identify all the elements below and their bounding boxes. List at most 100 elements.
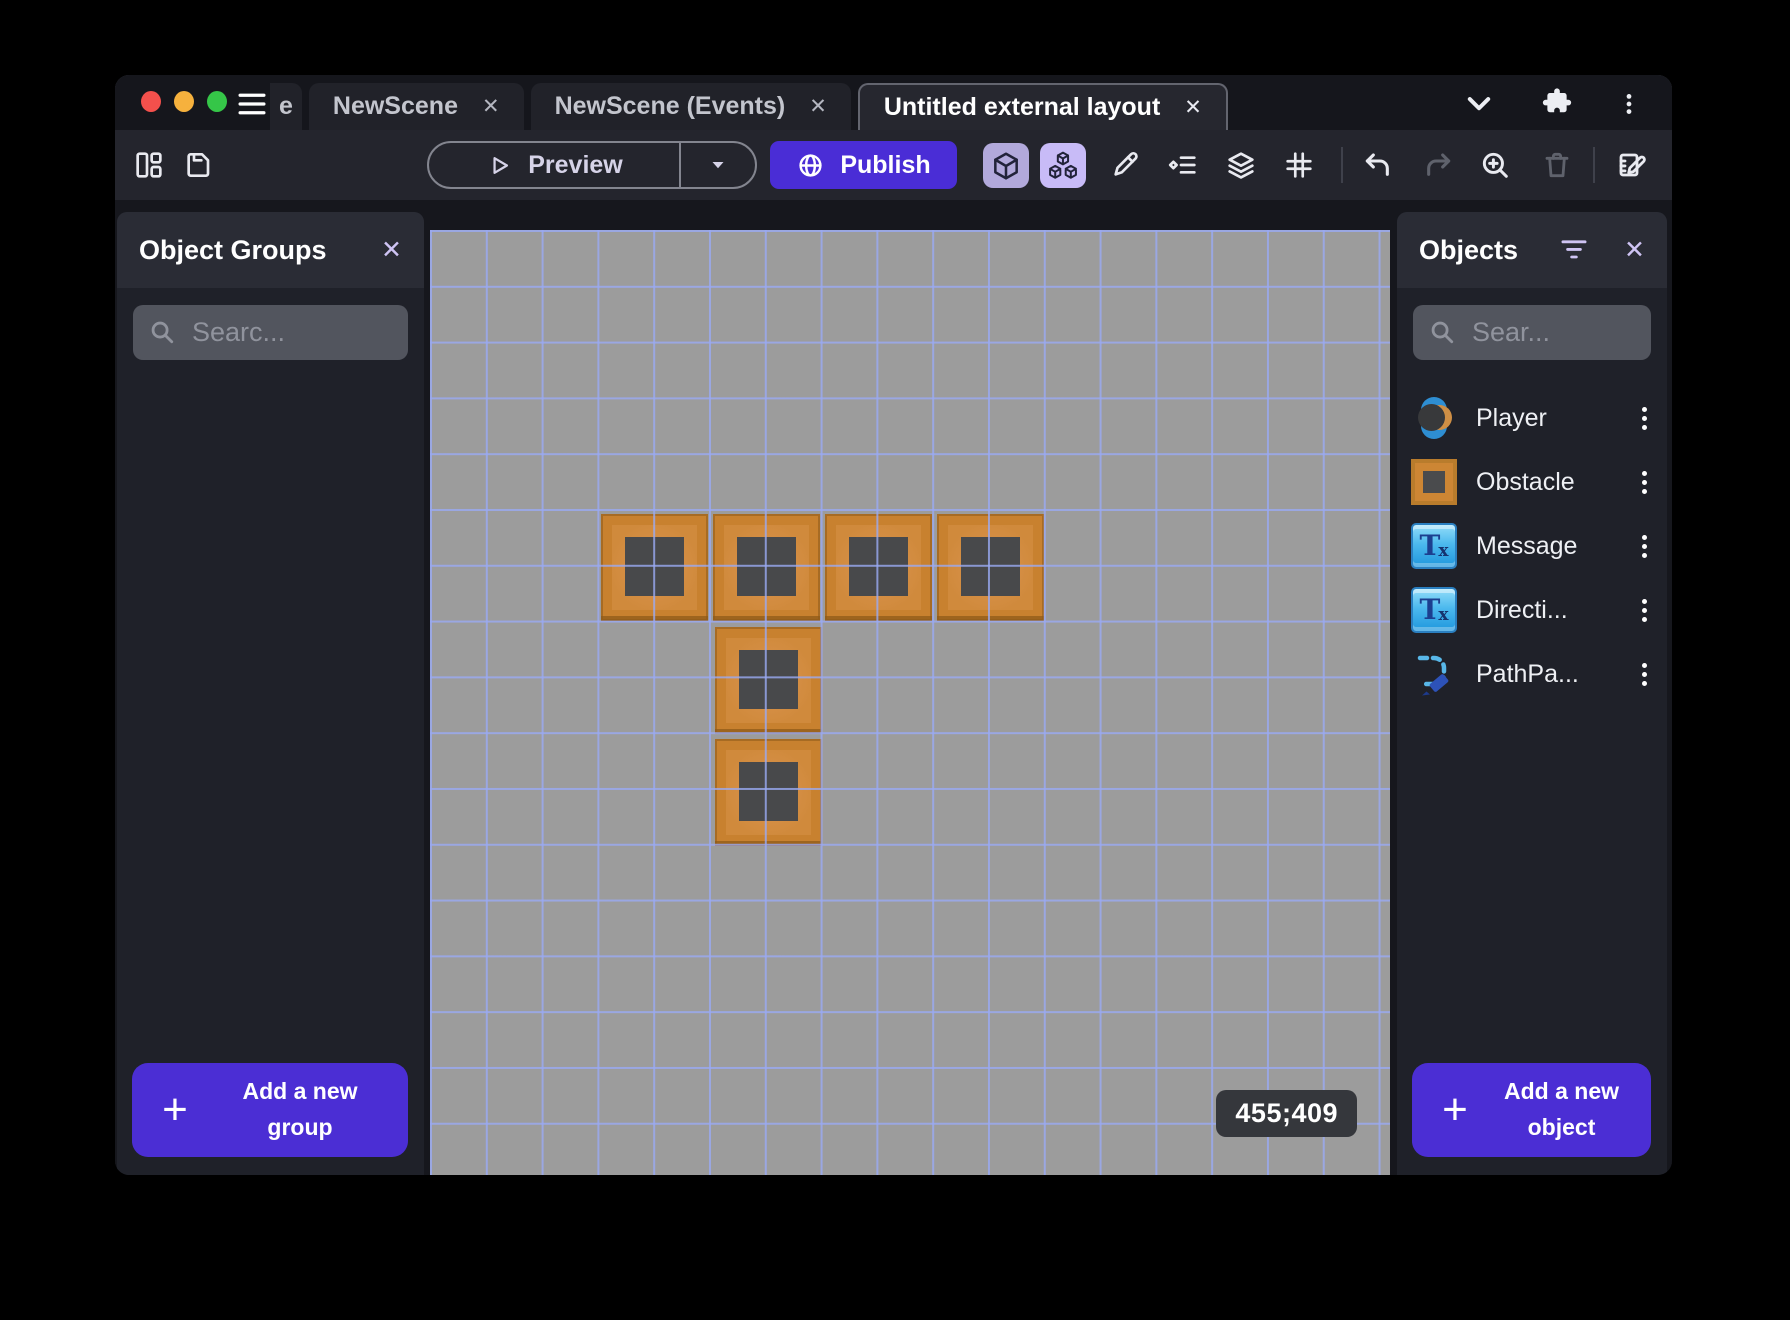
close-window-button[interactable] (141, 91, 161, 112)
minimize-window-button[interactable] (174, 91, 194, 112)
titlebar: e NewScene ✕ NewScene (Events) ✕ Untitle… (115, 75, 1672, 130)
obstacle-instance[interactable] (715, 627, 822, 734)
instance-list-icon[interactable] (1161, 143, 1205, 187)
pencil-edit-icon[interactable] (1103, 143, 1147, 187)
object-kebab-menu-icon[interactable] (1638, 595, 1651, 626)
window-kebab-menu-icon[interactable] (1612, 87, 1646, 121)
tab-untitled-external-layout[interactable]: Untitled external layout ✕ (857, 83, 1228, 130)
undo-icon[interactable] (1356, 143, 1400, 187)
object-groups-header: Object Groups ✕ (117, 212, 424, 288)
delete-trash-icon[interactable] (1535, 143, 1579, 187)
scene-canvas[interactable]: 455;409 (430, 230, 1390, 1175)
object-kebab-menu-icon[interactable] (1638, 659, 1651, 690)
publish-label: Publish (840, 150, 931, 179)
zoom-in-icon[interactable] (1473, 143, 1517, 187)
objects-list: Player Obstacle Tx Message Tx Directi...… (1397, 386, 1667, 706)
tab-bar: e NewScene ✕ NewScene (Events) ✕ Untitle… (270, 83, 1422, 130)
objects-search[interactable] (1413, 305, 1651, 360)
add-object-button[interactable]: + Add a new object (1412, 1063, 1651, 1157)
tab-close-icon[interactable]: ✕ (809, 94, 827, 119)
window-controls (141, 91, 227, 112)
toolbar: Preview Publish (115, 130, 1672, 200)
grid-icon[interactable] (1277, 143, 1321, 187)
add-group-label-line2: group (267, 1114, 333, 1140)
filter-icon[interactable] (1560, 236, 1588, 264)
object-kebab-menu-icon[interactable] (1638, 467, 1651, 498)
add-object-label-line2: object (1527, 1114, 1596, 1140)
object-name: Directi... (1476, 595, 1568, 624)
objects-title: Objects (1419, 234, 1519, 265)
grid-overlay (430, 230, 1390, 1175)
object-row-message[interactable]: Tx Message (1397, 514, 1667, 578)
app-window: e NewScene ✕ NewScene (Events) ✕ Untitle… (115, 75, 1672, 1175)
object-name: Obstacle (1476, 467, 1575, 496)
obstacle-instance[interactable] (601, 514, 708, 621)
obstacle-instance[interactable] (713, 514, 820, 621)
globe-icon (799, 153, 822, 177)
toolbar-separator (1341, 147, 1343, 183)
object-name: PathPa... (1476, 659, 1579, 688)
plus-icon: + (1442, 1085, 1468, 1134)
object-row-directions[interactable]: Tx Directi... (1397, 578, 1667, 642)
object-groups-panel: Object Groups ✕ + Add a new group (117, 212, 424, 1175)
open-panels-icon[interactable] (127, 143, 171, 187)
cursor-coordinates-badge: 455;409 (1216, 1090, 1357, 1137)
obstacle-instance[interactable] (937, 514, 1044, 621)
extensions-puzzle-icon[interactable] (1540, 87, 1574, 121)
object-row-player[interactable]: Player (1397, 386, 1667, 450)
add-group-button[interactable]: + Add a new group (132, 1063, 408, 1157)
3d-view-toggle-cube-icon[interactable] (983, 143, 1029, 188)
add-group-label-line1: Add a new (242, 1078, 358, 1105)
publish-button[interactable]: Publish (770, 141, 957, 189)
tabs-overflow-chevron-down-icon[interactable] (1462, 87, 1496, 121)
toolbar-separator (1593, 147, 1595, 183)
preview-split-button: Preview (427, 141, 757, 189)
tab-close-icon[interactable]: ✕ (482, 94, 500, 119)
objects-header: Objects ✕ (1397, 212, 1667, 288)
obstacle-instance[interactable] (825, 514, 932, 621)
add-object-label-line1: Add a new (1503, 1078, 1619, 1105)
object-groups-search-input[interactable] (192, 317, 392, 348)
instances-cubes-icon[interactable] (1040, 143, 1086, 188)
tab-clipped[interactable]: e (270, 83, 302, 130)
object-name: Player (1476, 403, 1547, 432)
player-sprite-icon (1411, 395, 1457, 441)
play-icon (493, 156, 509, 174)
redo-icon[interactable] (1416, 143, 1460, 187)
obstacle-tile-icon (1411, 459, 1457, 505)
path-paint-icon (1411, 651, 1457, 697)
object-groups-search[interactable] (133, 305, 408, 360)
tab-newscene[interactable]: NewScene ✕ (308, 83, 524, 130)
obstacle-instance[interactable] (715, 739, 822, 846)
preview-label: Preview (528, 150, 623, 179)
close-panel-icon[interactable]: ✕ (381, 237, 402, 263)
maximize-window-button[interactable] (207, 91, 227, 112)
save-icon[interactable] (176, 143, 220, 187)
tab-newscene-events[interactable]: NewScene (Events) ✕ (530, 83, 851, 130)
tab-label: Untitled external layout (883, 93, 1161, 121)
search-icon (1431, 321, 1454, 343)
object-kebab-menu-icon[interactable] (1638, 531, 1651, 562)
tab-label: e (279, 92, 293, 120)
object-kebab-menu-icon[interactable] (1638, 403, 1651, 434)
objects-search-input[interactable] (1472, 317, 1635, 348)
objects-panel: Objects ✕ Player Obstacle (1397, 212, 1667, 1175)
edit-scene-icon[interactable] (1611, 143, 1655, 187)
tab-close-icon[interactable]: ✕ (1184, 95, 1202, 120)
close-panel-icon[interactable]: ✕ (1624, 237, 1645, 263)
text-object-icon: Tx (1411, 523, 1457, 569)
tab-label: NewScene (332, 92, 458, 120)
preview-options-dropdown[interactable] (681, 143, 755, 187)
layers-icon[interactable] (1219, 143, 1263, 187)
tab-label: NewScene (Events) (554, 92, 786, 120)
search-icon (151, 321, 174, 343)
object-row-pathpainter[interactable]: PathPa... (1397, 642, 1667, 706)
object-groups-title: Object Groups (139, 234, 327, 265)
object-name: Message (1476, 531, 1578, 560)
main-menu-hamburger-icon[interactable] (237, 89, 267, 117)
object-row-obstacle[interactable]: Obstacle (1397, 450, 1667, 514)
text-object-icon: Tx (1411, 587, 1457, 633)
caret-down-icon (712, 162, 724, 169)
preview-button[interactable]: Preview (429, 143, 679, 187)
plus-icon: + (162, 1085, 188, 1134)
